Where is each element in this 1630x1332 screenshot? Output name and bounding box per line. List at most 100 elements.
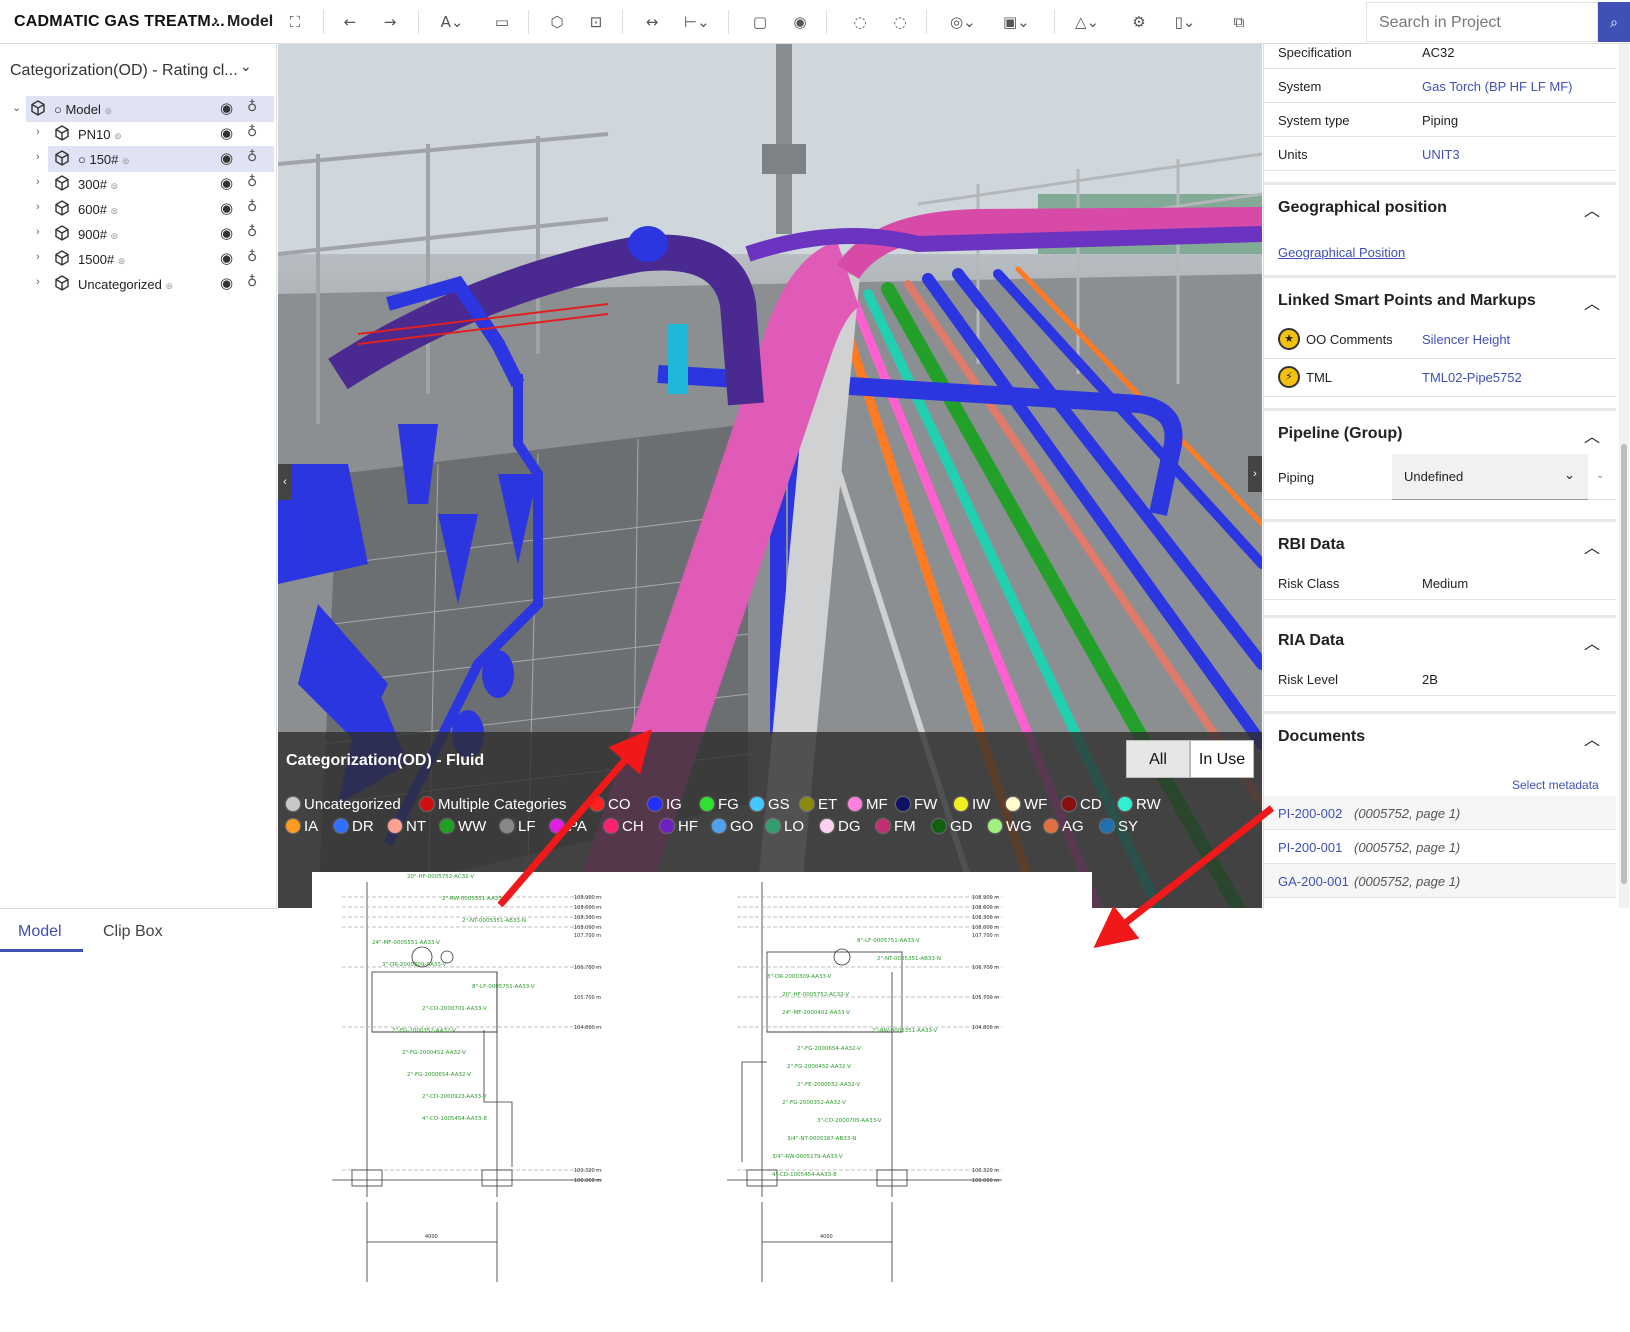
legend-item[interactable]: SY bbox=[1100, 818, 1138, 835]
legend-item[interactable]: WG bbox=[988, 818, 1032, 835]
chevron-down-icon[interactable]: ⌄ bbox=[12, 101, 21, 114]
rbi-data-section[interactable]: RBI Data ︿ bbox=[1264, 519, 1616, 565]
legend-item[interactable]: HF bbox=[660, 818, 698, 835]
scrollbar-thumb[interactable] bbox=[1621, 444, 1627, 884]
property-value[interactable]: Gas Torch (BP HF LF MF) bbox=[1422, 79, 1573, 94]
tab-clip-box[interactable]: Clip Box bbox=[103, 923, 163, 941]
pipeline-group-section[interactable]: Pipeline (Group) ︿ bbox=[1264, 408, 1616, 454]
text-markup-icon[interactable]: A⌄ bbox=[440, 10, 464, 34]
legend-item[interactable]: CD bbox=[1062, 796, 1102, 813]
legend-item[interactable]: GS bbox=[750, 796, 790, 813]
legend-item[interactable]: WW bbox=[440, 818, 486, 835]
lightbulb-icon[interactable]: ♁ bbox=[247, 124, 257, 140]
chevron-right-icon[interactable]: › bbox=[36, 251, 40, 263]
legend-item[interactable]: IW bbox=[954, 796, 990, 813]
eye-visibility-icon[interactable]: ◉ bbox=[220, 224, 233, 242]
settings-gear-icon[interactable]: ⚙ bbox=[1127, 10, 1151, 34]
show-icon[interactable]: ◌ bbox=[888, 10, 912, 34]
legend-item[interactable]: MF bbox=[848, 796, 888, 813]
document-link[interactable]: PI-200-002 bbox=[1278, 806, 1342, 821]
camera-icon[interactable]: ◉ bbox=[788, 10, 812, 34]
tree-row[interactable]: › ○ 150# ⊚ ◉ ♁ bbox=[0, 146, 277, 172]
legend-item[interactable]: LF bbox=[500, 818, 536, 835]
tree-row[interactable]: › 300# ⊚ ◉ ♁ bbox=[0, 171, 277, 197]
legend-item[interactable]: GD bbox=[932, 818, 973, 835]
legend-item[interactable]: IG bbox=[648, 796, 682, 813]
legend-item[interactable]: DG bbox=[820, 818, 861, 835]
smart-point-row[interactable]: ★ OO Comments Silencer Height bbox=[1264, 321, 1616, 359]
legend-item[interactable]: FW bbox=[896, 796, 937, 813]
breadcrumb-current[interactable]: Model bbox=[227, 13, 273, 31]
document-row[interactable]: PI-200-002 (0005752, page 1) bbox=[1264, 796, 1616, 830]
forward-arrow-icon[interactable]: → bbox=[378, 10, 402, 34]
lightbulb-icon[interactable]: ♁ bbox=[247, 249, 257, 265]
gallery-icon[interactable]: ⧉ bbox=[1227, 10, 1251, 34]
tree-row[interactable]: ⌄ ○ Model ⊚ ◉ ♁ bbox=[0, 96, 277, 122]
panel-layout-icon[interactable]: ▯⌄ bbox=[1173, 10, 1197, 34]
fullscreen-icon[interactable]: ⛶ bbox=[283, 10, 307, 34]
eye-visibility-icon[interactable]: ◉ bbox=[220, 174, 233, 192]
legend-item[interactable]: PA bbox=[550, 818, 587, 835]
chevron-up-icon[interactable]: ︿ bbox=[1584, 630, 1600, 654]
lightbulb-icon[interactable]: ♁ bbox=[247, 199, 257, 215]
document-link[interactable]: GA-200-001 bbox=[1278, 874, 1349, 889]
cube-icon[interactable]: ⬡ bbox=[545, 10, 569, 34]
geographical-position-link[interactable]: Geographical Position bbox=[1278, 245, 1405, 260]
document-row[interactable]: PI-200-001 (0005752, page 1) bbox=[1264, 830, 1616, 864]
categorization-select[interactable]: Categorization(OD) - Rating cl... bbox=[0, 48, 277, 92]
tree-row[interactable]: › 900# ⊚ ◉ ♁ bbox=[0, 221, 277, 247]
tree-row[interactable]: › Uncategorized ⊚ ◉ ♁ bbox=[0, 271, 277, 297]
eye-visibility-icon[interactable]: ◉ bbox=[220, 99, 233, 117]
lightbulb-icon[interactable]: ♁ bbox=[247, 174, 257, 190]
smart-point-row[interactable]: ⚡ TML TML02-Pipe5752 bbox=[1264, 359, 1616, 397]
legend-item[interactable]: RW bbox=[1118, 796, 1161, 813]
chevron-up-icon[interactable]: ︿ bbox=[1584, 534, 1600, 558]
chevron-up-icon[interactable]: ︿ bbox=[1584, 726, 1600, 750]
piping-select[interactable]: Undefined bbox=[1392, 454, 1588, 500]
eye-visibility-icon[interactable]: ◉ bbox=[220, 199, 233, 217]
tree-row[interactable]: › 1500# ⊚ ◉ ♁ bbox=[0, 246, 277, 272]
legend-item[interactable]: CO bbox=[590, 796, 631, 813]
legend-item[interactable]: GO bbox=[712, 818, 753, 835]
tree-row[interactable]: › 600# ⊚ ◉ ♁ bbox=[0, 196, 277, 222]
legend-item[interactable]: DR bbox=[334, 818, 374, 835]
legend-item[interactable]: CH bbox=[604, 818, 644, 835]
legend-item[interactable]: Uncategorized bbox=[286, 796, 401, 813]
legend-item[interactable]: NT bbox=[388, 818, 426, 835]
lightbulb-icon[interactable]: ♁ bbox=[247, 274, 257, 290]
document-row[interactable]: GA-200-001 (0005752, page 1) bbox=[1264, 864, 1616, 898]
chevron-up-icon[interactable]: ︿ bbox=[1584, 290, 1600, 314]
measure-icon[interactable]: ↔ bbox=[640, 10, 664, 34]
property-value[interactable]: UNIT3 bbox=[1422, 147, 1460, 162]
chevron-right-icon[interactable]: › bbox=[36, 126, 40, 138]
legend-item[interactable]: Multiple Categories bbox=[420, 796, 566, 813]
search-input[interactable]: Search in Project bbox=[1366, 2, 1598, 42]
chevron-right-icon[interactable]: › bbox=[36, 151, 40, 163]
smart-point-value[interactable]: TML02-Pipe5752 bbox=[1422, 370, 1522, 385]
chevron-up-icon[interactable]: ︿ bbox=[1584, 423, 1600, 447]
lightbulb-icon[interactable]: ♁ bbox=[247, 99, 257, 115]
chevron-right-icon[interactable]: › bbox=[36, 201, 40, 213]
document-link[interactable]: PI-200-001 bbox=[1278, 840, 1342, 855]
eye-visibility-icon[interactable]: ◉ bbox=[220, 149, 233, 167]
chevron-up-icon[interactable]: ︿ bbox=[1584, 197, 1600, 221]
tree-row[interactable]: › PN10 ⊚ ◉ ♁ bbox=[0, 121, 277, 147]
legend-item[interactable]: IA bbox=[286, 818, 318, 835]
chevron-down-icon[interactable]: ⌄ bbox=[1596, 470, 1604, 481]
filter-in-use-button[interactable]: In Use bbox=[1190, 740, 1254, 778]
geographical-position-section[interactable]: Geographical position ︿ bbox=[1264, 182, 1616, 228]
comment-icon[interactable]: ▢ bbox=[748, 10, 772, 34]
select-metadata-link[interactable]: Select metadata bbox=[1512, 778, 1599, 792]
smart-point-value[interactable]: Silencer Height bbox=[1422, 332, 1510, 347]
ria-data-section[interactable]: RIA Data ︿ bbox=[1264, 615, 1616, 661]
lightbulb-icon[interactable]: ♁ bbox=[247, 224, 257, 240]
collapse-left-panel-button[interactable]: ‹ bbox=[278, 464, 292, 500]
legend-item[interactable]: FG bbox=[700, 796, 739, 813]
collapse-right-panel-button[interactable]: › bbox=[1248, 456, 1262, 492]
focus-icon[interactable]: ⊡ bbox=[584, 10, 608, 34]
documents-section[interactable]: Documents ︿ bbox=[1264, 711, 1616, 757]
eye-visibility-icon[interactable]: ◉ bbox=[220, 124, 233, 142]
legend-item[interactable]: ET bbox=[800, 796, 837, 813]
chevron-right-icon[interactable]: › bbox=[36, 176, 40, 188]
filter-all-button[interactable]: All bbox=[1126, 740, 1190, 778]
